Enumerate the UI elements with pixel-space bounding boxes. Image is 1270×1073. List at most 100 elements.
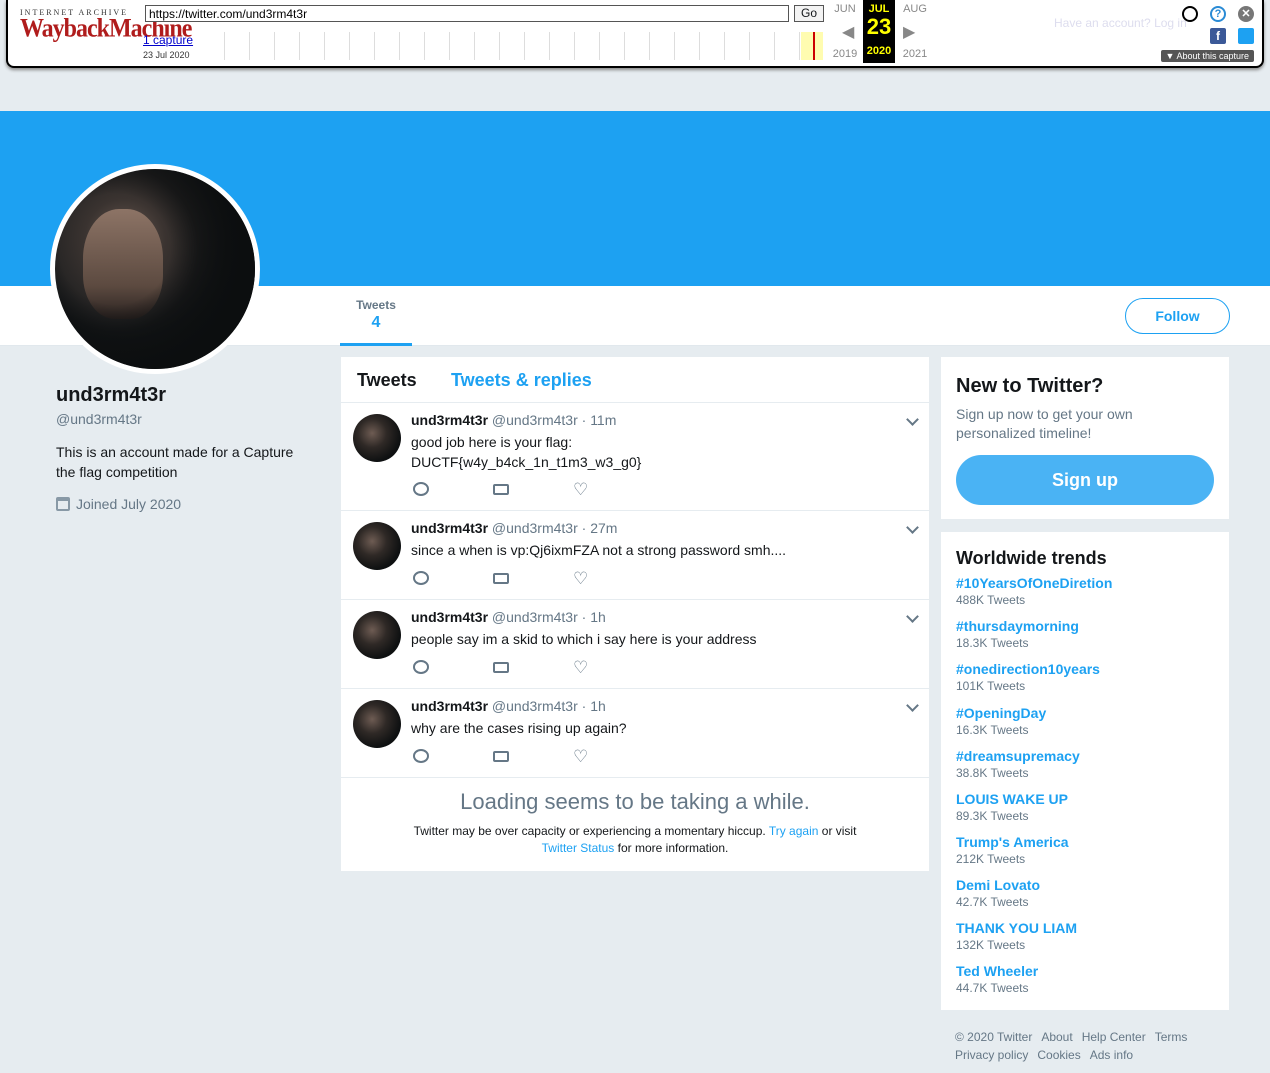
footer-terms[interactable]: Terms	[1155, 1030, 1188, 1044]
wayback-url-input[interactable]	[145, 5, 789, 22]
footer-ads[interactable]: Ads info	[1090, 1048, 1133, 1062]
tweet-author-handle[interactable]: @und3rm4t3r	[492, 698, 578, 714]
wayback-prev-year[interactable]: 2019	[828, 48, 862, 60]
wayback-next-month[interactable]: AUG	[898, 3, 932, 15]
trend-item[interactable]: #10YearsOfOneDiretion 488K Tweets	[956, 575, 1112, 607]
timeline: Tweets Tweets & replies und3rm4t3r @und3…	[341, 357, 929, 871]
trend-tag: THANK YOU LIAM	[956, 920, 1078, 936]
tweet-time[interactable]: 1h	[590, 609, 606, 625]
wayback-prev-month[interactable]: JUN	[828, 3, 862, 15]
chevron-down-icon[interactable]	[906, 521, 919, 534]
tweet-actions: ♡	[413, 481, 713, 500]
twitter-status-link[interactable]: Twitter Status	[542, 841, 615, 855]
tweet-item[interactable]: und3rm4t3r @und3rm4t3r · 1h why are the …	[341, 689, 929, 778]
wayback-sparkline[interactable]	[200, 32, 800, 60]
reply-icon[interactable]	[413, 660, 429, 674]
wayback-go-button[interactable]: Go	[794, 5, 824, 22]
trend-tag: #OpeningDay	[956, 705, 1047, 721]
footer-cookies[interactable]: Cookies	[1037, 1048, 1080, 1062]
wayback-next-year[interactable]: 2021	[898, 48, 932, 60]
tweet-actions: ♡	[413, 748, 713, 767]
like-icon[interactable]: ♡	[573, 570, 588, 587]
signup-button[interactable]: Sign up	[956, 455, 1214, 505]
trend-item[interactable]: Demi Lovato 42.7K Tweets	[956, 877, 1040, 909]
trend-item[interactable]: #OpeningDay 16.3K Tweets	[956, 705, 1046, 737]
help-icon[interactable]: ?	[1210, 6, 1226, 22]
loading-text-3: for more information.	[617, 841, 729, 855]
tweet-author-name[interactable]: und3rm4t3r	[411, 698, 488, 714]
trend-count: 16.3K Tweets	[956, 723, 1029, 737]
trend-item[interactable]: #onedirection10years 101K Tweets	[956, 661, 1100, 693]
chevron-down-icon[interactable]	[906, 699, 919, 712]
chevron-down-icon[interactable]	[906, 610, 919, 623]
wayback-cur-year: 2020	[866, 45, 892, 57]
wayback-next-arrow-icon[interactable]: ▶	[903, 22, 915, 42]
loading-message: Loading seems to be taking a while. Twit…	[341, 789, 929, 857]
nav-tweets-tab[interactable]: Tweets 4	[340, 298, 412, 346]
footer-help[interactable]: Help Center	[1082, 1030, 1146, 1044]
reply-icon[interactable]	[413, 571, 429, 585]
retweet-icon[interactable]	[493, 573, 509, 584]
tweet-time[interactable]: 1h	[590, 698, 606, 714]
tweet-avatar[interactable]	[353, 414, 401, 462]
trend-item[interactable]: #dreamsupremacy 38.8K Tweets	[956, 748, 1080, 780]
signup-text: Sign up now to get your own personalized…	[956, 406, 1133, 441]
twitter-share-icon[interactable]	[1238, 28, 1254, 44]
wayback-capture-marker[interactable]	[801, 32, 823, 60]
tweet-author-handle[interactable]: @und3rm4t3r	[492, 609, 578, 625]
profile-name[interactable]: und3rm4t3r	[56, 384, 166, 407]
tab-tweets-replies[interactable]: Tweets & replies	[451, 370, 592, 391]
retweet-icon[interactable]	[493, 484, 509, 495]
tweet-item[interactable]: und3rm4t3r @und3rm4t3r · 11m good job he…	[341, 403, 929, 511]
tweet-author-handle[interactable]: @und3rm4t3r	[492, 412, 578, 428]
footer-privacy[interactable]: Privacy policy	[955, 1048, 1028, 1062]
tweet-item[interactable]: und3rm4t3r @und3rm4t3r · 27m since a whe…	[341, 511, 929, 600]
wayback-icons: ? ✕ f	[1182, 6, 1254, 46]
wayback-underlay-login-text: Have an account? Log in	[1054, 16, 1187, 30]
tweet-avatar[interactable]	[353, 522, 401, 570]
trend-count: 42.7K Tweets	[956, 895, 1029, 909]
profile-handle[interactable]: @und3rm4t3r	[56, 411, 142, 427]
tweet-author-name[interactable]: und3rm4t3r	[411, 609, 488, 625]
like-icon[interactable]: ♡	[573, 481, 588, 498]
profile-avatar[interactable]	[50, 164, 260, 374]
retweet-icon[interactable]	[493, 751, 509, 762]
trend-item[interactable]: Ted Wheeler 44.7K Tweets	[956, 963, 1038, 995]
reply-icon[interactable]	[413, 749, 429, 763]
follow-button[interactable]: Follow	[1125, 298, 1230, 334]
trend-item[interactable]: Trump's America 212K Tweets	[956, 834, 1069, 866]
tweet-time[interactable]: 27m	[590, 520, 617, 536]
tweet-header: und3rm4t3r @und3rm4t3r · 27m	[411, 520, 617, 536]
close-icon[interactable]: ✕	[1238, 6, 1254, 22]
footer-about[interactable]: About	[1041, 1030, 1072, 1044]
wayback-prev-arrow-icon[interactable]: ◀	[842, 22, 854, 42]
like-icon[interactable]: ♡	[573, 748, 588, 765]
reply-icon[interactable]	[413, 482, 429, 496]
trend-item[interactable]: LOUIS WAKE UP 89.3K Tweets	[956, 791, 1068, 823]
tweet-text: why are the cases rising up again?	[411, 720, 627, 736]
tweet-author-name[interactable]: und3rm4t3r	[411, 520, 488, 536]
wayback-logo[interactable]: INTERNET ARCHIVE WaybackMachine	[20, 8, 192, 42]
tweet-text: since a when is vp:Qj6ixmFZA not a stron…	[411, 542, 787, 558]
like-icon[interactable]: ♡	[573, 659, 588, 676]
chevron-down-icon[interactable]	[906, 413, 919, 426]
trend-item[interactable]: THANK YOU LIAM 132K Tweets	[956, 920, 1077, 952]
trends-title: Worldwide trends	[956, 548, 1107, 568]
facebook-icon[interactable]: f	[1210, 28, 1226, 44]
tweet-time[interactable]: 11m	[590, 412, 616, 428]
tweet-avatar[interactable]	[353, 611, 401, 659]
tweet-avatar[interactable]	[353, 700, 401, 748]
try-again-link[interactable]: Try again	[769, 824, 819, 838]
tweet-text: people say im a skid to which i say here…	[411, 631, 757, 647]
tab-tweets[interactable]: Tweets	[357, 370, 417, 391]
tweet-item[interactable]: und3rm4t3r @und3rm4t3r · 1h people say i…	[341, 600, 929, 689]
tweet-author-handle[interactable]: @und3rm4t3r	[492, 520, 578, 536]
trend-count: 38.8K Tweets	[956, 766, 1029, 780]
trend-item[interactable]: #thursdaymorning 18.3K Tweets	[956, 618, 1079, 650]
wayback-captures-link[interactable]: 1 capture	[143, 33, 193, 47]
trends-card: Worldwide trends #10YearsOfOneDiretion 48…	[941, 532, 1229, 1010]
wayback-about-capture[interactable]: ▼ About this capture	[1160, 50, 1254, 62]
retweet-icon[interactable]	[493, 662, 509, 673]
user-icon[interactable]	[1182, 6, 1198, 22]
tweet-author-name[interactable]: und3rm4t3r	[411, 412, 488, 428]
